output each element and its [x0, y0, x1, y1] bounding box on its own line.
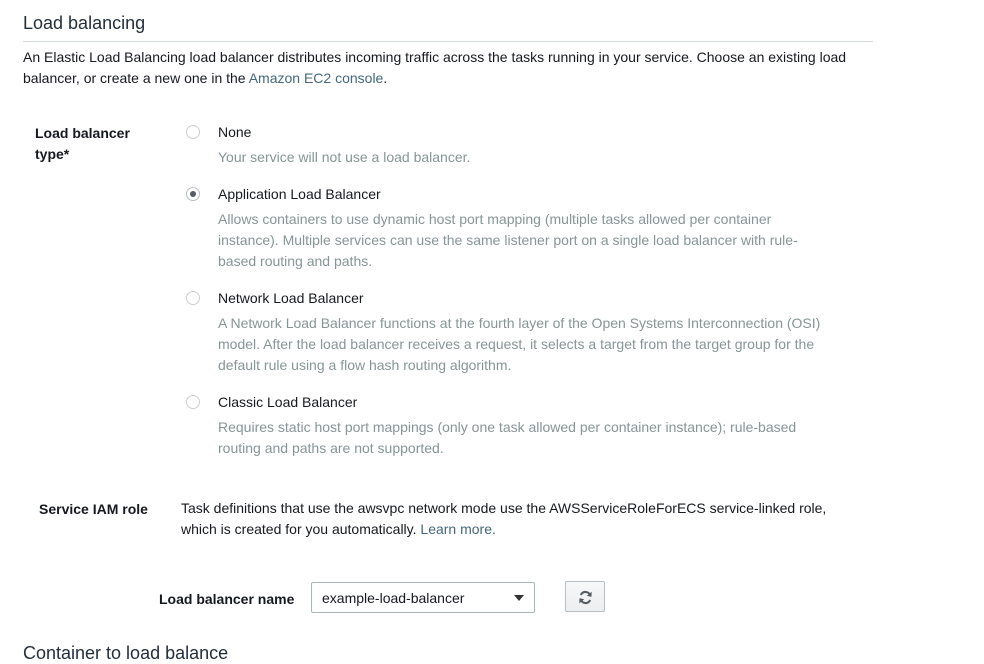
radio-classic[interactable] [186, 395, 200, 409]
section-intro: An Elastic Load Balancing load balancer … [23, 47, 883, 89]
refresh-button[interactable] [565, 581, 605, 612]
radio-desc-none: Your service will not use a load balance… [218, 149, 471, 165]
radio-label-none[interactable]: None [218, 124, 251, 140]
service-iam-role-label: Service IAM role [39, 501, 148, 517]
radio-label-network[interactable]: Network Load Balancer [218, 290, 364, 306]
iam-description: Task definitions that use the awsvpc net… [181, 500, 827, 537]
section-divider [23, 41, 873, 42]
radio-desc-application: Allows containers to use dynamic host po… [218, 211, 798, 269]
load-balancer-name-value: example-load-balancer [322, 590, 465, 606]
load-balancer-name-select[interactable]: example-load-balancer [311, 582, 535, 613]
radio-desc-network: A Network Load Balancer functions at the… [218, 315, 821, 373]
refresh-icon [579, 590, 592, 605]
radio-label-application[interactable]: Application Load Balancer [218, 186, 381, 202]
load-balancer-type-label: Load balancer type* [35, 125, 130, 162]
radio-none[interactable] [186, 125, 200, 139]
ec2-console-link[interactable]: Amazon EC2 console [249, 70, 384, 86]
caret-down-icon [514, 595, 524, 601]
radio-label-classic[interactable]: Classic Load Balancer [218, 394, 357, 410]
intro-end: . [383, 70, 388, 86]
radio-application[interactable] [186, 187, 200, 201]
learn-more-link[interactable]: Learn more. [420, 521, 495, 537]
container-to-load-balance-title: Container to load balance [23, 643, 229, 663]
intro-text: An Elastic Load Balancing load balancer … [23, 49, 847, 86]
load-balancer-name-label: Load balancer name [159, 591, 295, 607]
radio-network[interactable] [186, 291, 200, 305]
radio-desc-classic: Requires static host port mappings (only… [218, 419, 797, 456]
service-iam-role-text: Task definitions that use the awsvpc net… [181, 498, 861, 540]
section-title: Load balancing [23, 13, 146, 33]
